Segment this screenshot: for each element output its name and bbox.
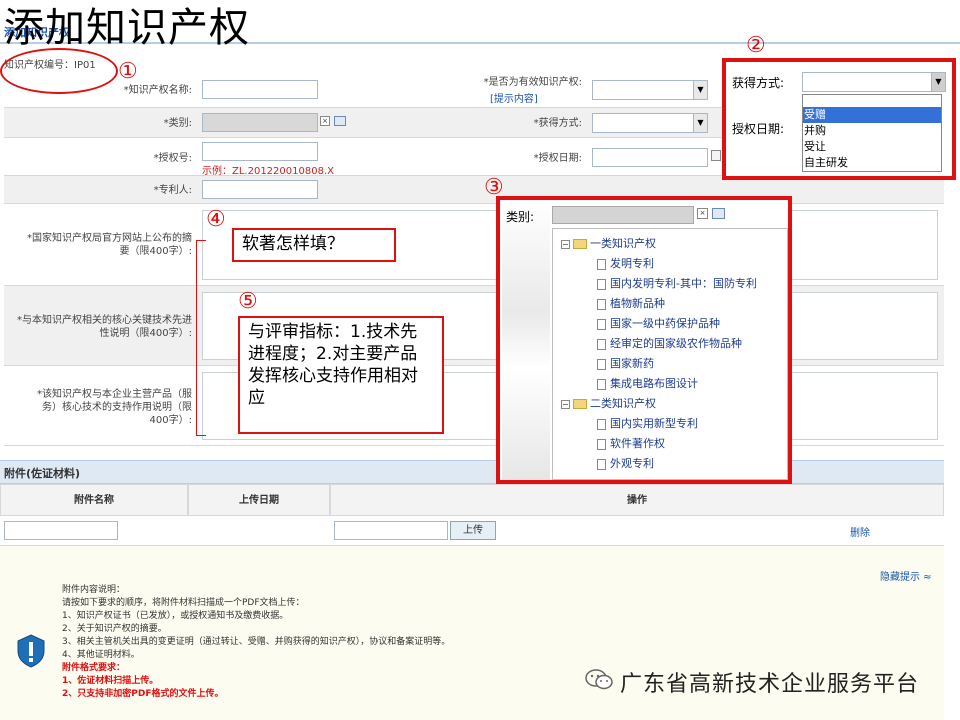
tree-item[interactable]: 植物新品种: [597, 297, 665, 311]
col-upload-date: 上传日期: [188, 484, 330, 516]
auth-date-label: *授权日期:: [533, 153, 582, 164]
document-icon: [597, 418, 606, 430]
tree-item[interactable]: 国家新药: [597, 357, 654, 371]
document-icon: [597, 318, 606, 330]
callout-software-copyright: 软著怎样填？: [232, 228, 396, 262]
category-tree: − 一类知识产权 发明专利 国内发明专利-其中：国防专利 植物新品种 国家一级中药…: [552, 228, 788, 480]
format-title: 附件格式要求：: [62, 663, 126, 673]
tree-picker-icon[interactable]: [334, 116, 346, 126]
patentee-input[interactable]: [202, 180, 318, 199]
document-icon: [597, 338, 606, 350]
folder-icon: [573, 239, 587, 249]
support-label: *该知识产权与本企业主营产品（服务）核心技术的支持作用说明（限400字）:: [37, 389, 192, 426]
note-line: 附件内容说明：: [62, 585, 126, 595]
name-input[interactable]: [202, 80, 318, 99]
auth-no-input[interactable]: [202, 142, 318, 161]
tree-item[interactable]: 经审定的国家级农作物品种: [597, 337, 742, 351]
annotation-bracket: [196, 240, 206, 436]
upload-button[interactable]: 上传: [450, 521, 496, 540]
tree-item[interactable]: 软件著作权: [597, 437, 665, 451]
option-item[interactable]: 受赠: [803, 107, 941, 123]
delete-link[interactable]: 删除: [850, 524, 870, 539]
note-line: 1、知识产权证书（已发放），或授权通知书及缴费收据。: [62, 611, 289, 621]
category-input[interactable]: [202, 113, 318, 132]
tree-group-2[interactable]: − 二类知识产权: [561, 397, 656, 411]
tree-picker-icon[interactable]: [712, 208, 725, 219]
wechat-icon: [584, 668, 614, 692]
calendar-icon[interactable]: [711, 150, 721, 161]
collapse-icon[interactable]: −: [561, 399, 570, 409]
tree-item[interactable]: 集成电路布图设计: [597, 377, 698, 391]
chevron-down-icon: ▼: [693, 114, 707, 132]
attachments-header: [0, 460, 944, 484]
patentee-label: *专利人:: [153, 185, 192, 196]
panel2-auth-date-label: 授权日期:: [732, 122, 785, 136]
name-label: *知识产权名称:: [123, 85, 192, 96]
document-icon: [597, 438, 606, 450]
blurred-background: [502, 200, 550, 480]
obtain-select[interactable]: ▼: [592, 113, 708, 133]
auth-no-example: 示例：ZL.201220010808.X: [202, 166, 334, 177]
panel2-obtain-select[interactable]: ▼: [802, 72, 946, 92]
info-shield-icon: [16, 634, 46, 668]
panel3-category-input[interactable]: [552, 206, 694, 224]
format-line: 1、佐证材料扫描上传。: [62, 676, 159, 686]
col-operation: 操作: [330, 484, 944, 516]
marker-2: ②: [746, 33, 766, 58]
hide-tip-link[interactable]: 隐藏提示 ≈: [880, 568, 932, 583]
summary-label: *国家知识产权局官方网站上公布的摘要（限400字）:: [27, 233, 192, 257]
tree-item[interactable]: 发明专利: [597, 257, 654, 271]
tree-item[interactable]: 国家一级中药保护品种: [597, 317, 720, 331]
panel2-obtain-label: 获得方式:: [732, 76, 785, 90]
clear-icon[interactable]: ×: [320, 116, 330, 126]
tree-item[interactable]: 国内实用新型专利: [597, 417, 698, 431]
callout-evaluation: 与评审指标：1.技术先进程度；2.对主要产品发挥核心支持作用相对应: [238, 316, 444, 434]
folder-icon: [573, 399, 587, 409]
core-tech-label: *与本知识产权相关的核心关键技术先进性说明（限400字）:: [17, 315, 192, 339]
page-title: 添加知识产权: [4, 5, 250, 51]
category-tree-panel: 类别: × − 一类知识产权 发明专利 国内发明专利-其中：国防专利 植物新品种 …: [496, 196, 792, 484]
attachments-title: 附件(佐证材料): [4, 467, 81, 480]
tree-group-1[interactable]: − 一类知识产权: [561, 237, 656, 251]
valid-hint-link[interactable]: [提示内容]: [490, 90, 538, 105]
tree-item[interactable]: 国内发明专利-其中：国防专利: [597, 277, 757, 291]
category-label: *类别:: [163, 118, 192, 129]
note-line: 3、相关主管机关出具的变更证明（通过转让、受赠、并购获得的知识产权），协议和备案…: [62, 637, 451, 647]
document-icon: [597, 298, 606, 310]
file-path-input[interactable]: [334, 521, 448, 540]
note-line: 4、其他证明材料。: [62, 650, 140, 660]
obtain-label: *获得方式:: [533, 118, 582, 129]
document-icon: [597, 278, 606, 290]
col-attachment-name: 附件名称: [0, 484, 188, 516]
valid-label: *是否为有效知识产权:: [483, 77, 582, 88]
document-icon: [597, 358, 606, 370]
auth-date-input[interactable]: [592, 148, 708, 167]
obtain-options-list: 受赠 并购 受让 自主研发: [802, 94, 942, 172]
panel3-category-label: 类别:: [506, 210, 535, 224]
format-line: 2、只支持非加密PDF格式的文件上传。: [62, 689, 224, 699]
option-item[interactable]: 并购: [803, 123, 941, 139]
option-item[interactable]: 受让: [803, 139, 941, 155]
clear-icon[interactable]: ×: [697, 208, 708, 219]
option-item[interactable]: 自主研发: [803, 155, 941, 171]
obtain-dropdown-panel: 获得方式: ▼ 授权日期: 受赠 并购 受让 自主研发: [722, 58, 956, 180]
document-icon: [597, 378, 606, 390]
chevron-down-icon: ▼: [693, 81, 707, 99]
chevron-down-icon: ▼: [931, 73, 945, 91]
watermark-text: 广东省高新技术企业服务平台: [620, 672, 920, 697]
note-line: 请按如下要求的顺序，将附件材料扫描成一个PDF文档上传：: [62, 598, 305, 608]
document-icon: [597, 258, 606, 270]
attachment-name-input[interactable]: [4, 521, 118, 540]
note-line: 2、关于知识产权的摘要。: [62, 624, 167, 634]
marker-5: ⑤: [238, 289, 258, 314]
tree-item[interactable]: 外观专利: [597, 457, 654, 471]
auth-no-label: *授权号:: [153, 153, 192, 164]
collapse-icon[interactable]: −: [561, 239, 570, 249]
valid-select[interactable]: ▼: [592, 80, 708, 100]
document-icon: [597, 458, 606, 470]
marker-4: ④: [206, 207, 226, 232]
notes-content: 附件内容说明： 请按如下要求的顺序，将附件材料扫描成一个PDF文档上传： 1、知…: [62, 584, 450, 701]
